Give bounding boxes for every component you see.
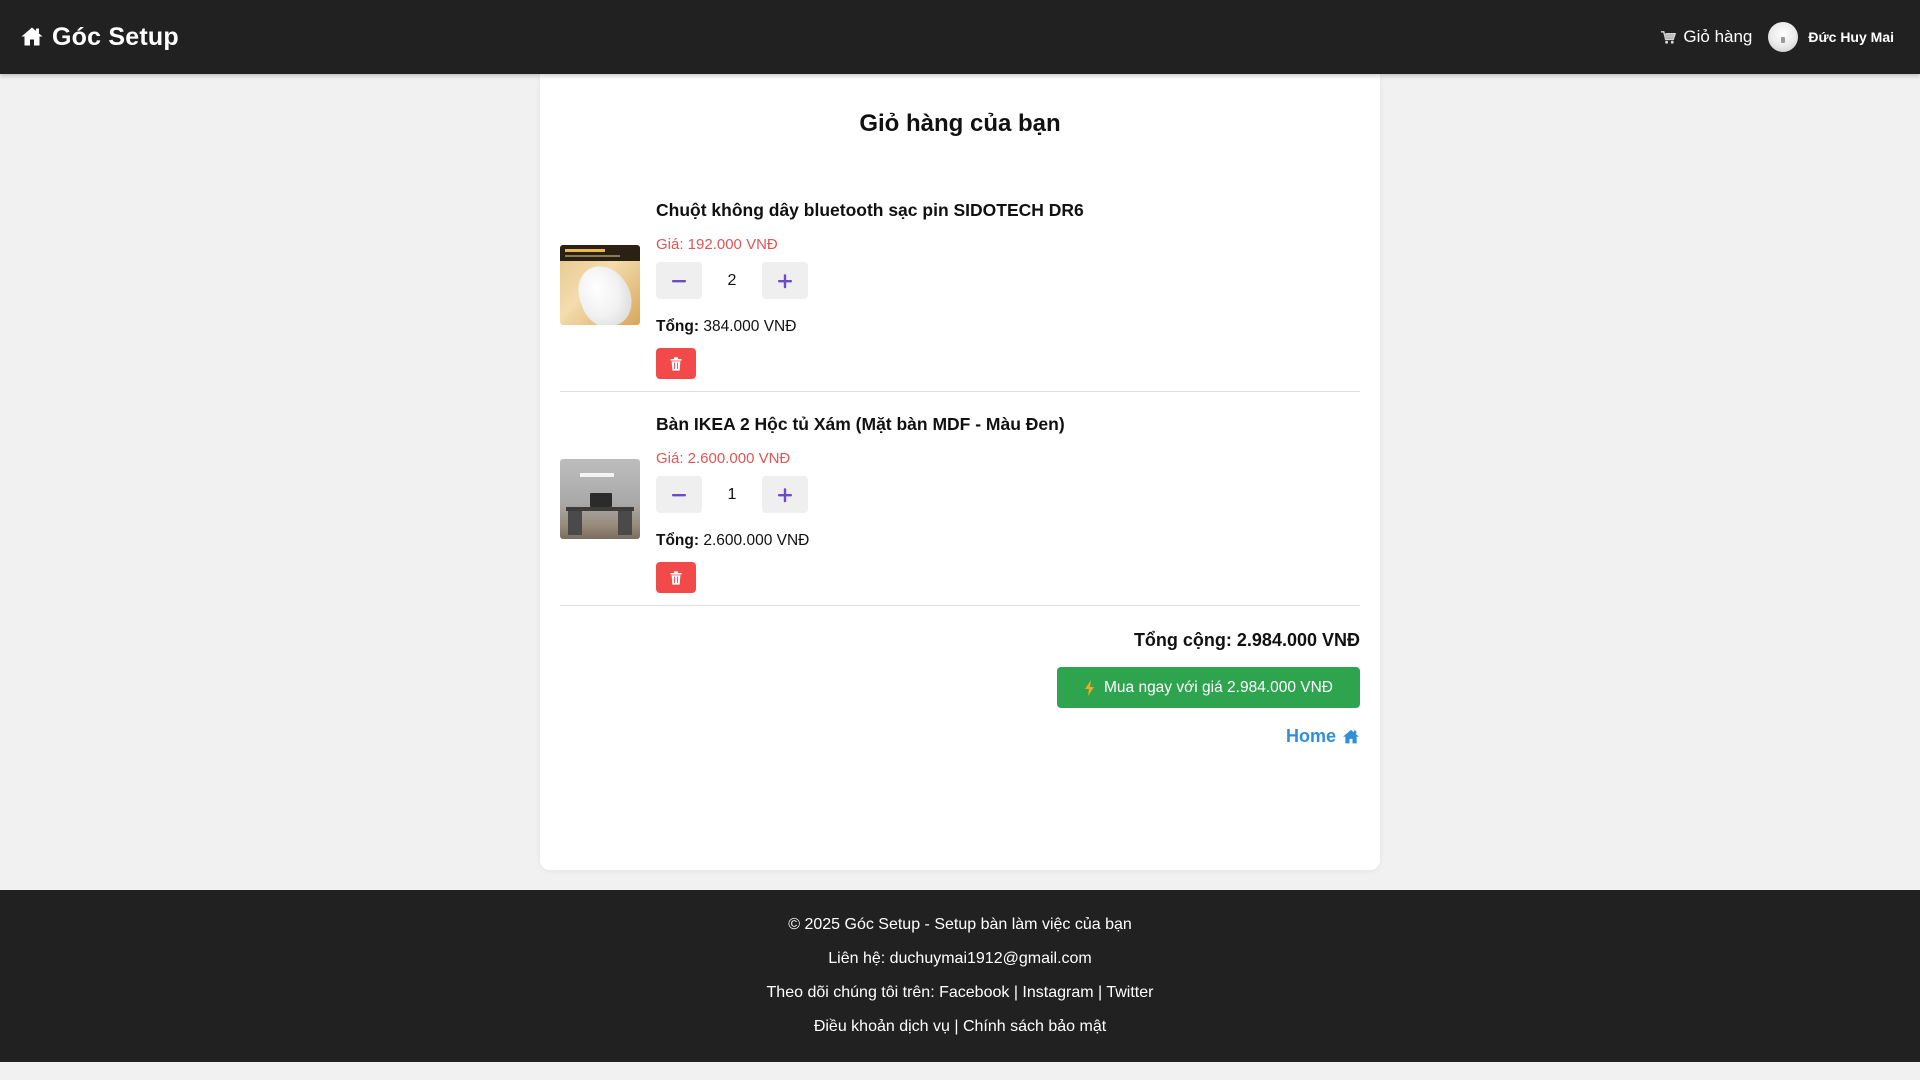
site-footer: © 2025 Góc Setup - Setup bàn làm việc củ…: [0, 890, 1920, 1062]
home-icon: [20, 25, 44, 49]
decrease-quantity-button[interactable]: [656, 476, 702, 513]
delete-item-button[interactable]: [656, 562, 696, 593]
plus-icon: [776, 486, 794, 504]
product-price: Giá: 2.600.000 VNĐ: [656, 450, 791, 467]
home-link-label: Home: [1285, 726, 1336, 746]
footer-separator: |: [1013, 984, 1018, 1001]
user-name: Đức Huy Mai: [1808, 29, 1894, 45]
trash-icon: [670, 570, 682, 585]
item-total-label: Tổng:: [656, 532, 700, 549]
product-name: Chuột không dây bluetooth sạc pin SIDOTE…: [656, 200, 1084, 220]
item-total: Tổng: 2.600.000 VNĐ: [656, 532, 809, 550]
footer-social: Theo dõi chúng tôi trên: Facebook | Inst…: [0, 983, 1920, 1003]
item-total-value: 2.600.000 VNĐ: [703, 532, 810, 549]
footer-copyright: © 2025 Góc Setup - Setup bàn làm việc củ…: [788, 916, 1132, 933]
footer-legal: Điều khoản dịch vụ | Chính sách bảo mật: [0, 1017, 1920, 1037]
header-actions: Giỏ hàng Đức Huy Mai: [1660, 22, 1894, 52]
footer-follow-label: Theo dõi chúng tôi trên:: [766, 984, 935, 1001]
cart-card: Giỏ hàng của bạn Chuột không dây bluetoo…: [540, 74, 1380, 870]
quantity-stepper: 1: [656, 476, 808, 513]
item-total-value: 384.000 VNĐ: [703, 318, 797, 335]
plus-icon: [776, 272, 794, 290]
footer-contact: Liên hệ: duchuymai1912@gmail.com: [828, 950, 1092, 967]
cart-item: Chuột không dây bluetooth sạc pin SIDOTE…: [560, 178, 1360, 392]
quantity-value: 2: [727, 271, 737, 289]
increase-quantity-button[interactable]: [762, 262, 808, 299]
lightning-icon: [1084, 679, 1096, 696]
page-title: Giỏ hàng của bạn: [859, 110, 1061, 137]
brand-link[interactable]: Góc Setup: [20, 23, 179, 52]
item-total: Tổng: 384.000 VNĐ: [656, 318, 796, 336]
cart-icon: [1660, 29, 1677, 46]
product-name: Bàn IKEA 2 Hộc tủ Xám (Mặt bàn MDF - Màu…: [656, 414, 1065, 434]
twitter-link[interactable]: Twitter: [1106, 984, 1153, 1001]
home-link[interactable]: Home: [1286, 726, 1360, 747]
product-image: [560, 244, 640, 325]
avatar: [1768, 22, 1799, 52]
terms-link[interactable]: Điều khoản dịch vụ: [814, 1018, 950, 1035]
brand-title: Góc Setup: [52, 22, 179, 51]
buy-now-label: Mua ngay với giá 2.984.000 VNĐ: [1103, 678, 1334, 696]
privacy-link[interactable]: Chính sách bảo mật: [963, 1018, 1106, 1035]
minus-icon: [670, 486, 688, 504]
grand-total: Tổng cộng: 2.984.000 VNĐ: [1133, 630, 1360, 650]
buy-now-button[interactable]: Mua ngay với giá 2.984.000 VNĐ: [1057, 667, 1360, 708]
product-price: Giá: 192.000 VNĐ: [656, 236, 778, 253]
cart-link-label: Giỏ hàng: [1683, 27, 1753, 46]
decrease-quantity-button[interactable]: [656, 262, 702, 299]
trash-icon: [670, 356, 682, 371]
instagram-link[interactable]: Instagram: [1022, 984, 1093, 1001]
quantity-value: 1: [727, 485, 737, 503]
facebook-link[interactable]: Facebook: [939, 984, 1009, 1001]
cart-link[interactable]: Giỏ hàng: [1660, 27, 1752, 47]
footer-separator: |: [954, 1018, 959, 1035]
home-icon: [1342, 728, 1360, 746]
increase-quantity-button[interactable]: [762, 476, 808, 513]
minus-icon: [670, 272, 688, 290]
delete-item-button[interactable]: [656, 348, 696, 379]
top-navbar: Góc Setup Giỏ hàng Đức Huy Mai: [0, 0, 1920, 74]
quantity-stepper: 2: [656, 262, 808, 299]
item-total-label: Tổng:: [656, 318, 700, 335]
footer-separator: |: [1098, 984, 1103, 1001]
cart-item: Bàn IKEA 2 Hộc tủ Xám (Mặt bàn MDF - Màu…: [560, 392, 1360, 606]
product-image: [560, 458, 640, 539]
user-menu[interactable]: Đức Huy Mai: [1768, 22, 1894, 52]
